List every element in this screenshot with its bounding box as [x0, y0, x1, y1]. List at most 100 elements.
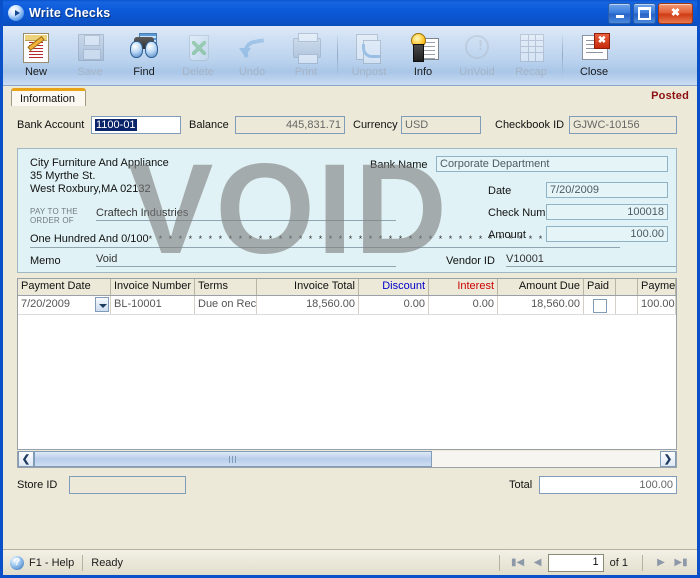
- toolbar-recap-button[interactable]: Recap: [504, 29, 558, 83]
- paid-checkbox[interactable]: [592, 299, 607, 313]
- cell-paid[interactable]: [584, 296, 616, 314]
- tab-information[interactable]: Information: [11, 88, 87, 106]
- scrollbar-track[interactable]: [34, 451, 660, 467]
- store-id-input[interactable]: [69, 476, 186, 494]
- column-header-invoice-total[interactable]: Invoice Total: [257, 279, 359, 295]
- chevron-down-icon[interactable]: [95, 297, 109, 312]
- cell-amount-due[interactable]: 18,560.00: [498, 296, 584, 314]
- pay-to-the-order-of-label: PAY TO THE ORDER OF: [30, 207, 78, 225]
- toolbar-delete-label: Delete: [182, 66, 214, 78]
- toolbar-delete-button[interactable]: Delete: [171, 29, 225, 83]
- amount-value[interactable]: 100.00: [546, 226, 668, 242]
- column-header-terms[interactable]: Terms: [195, 279, 257, 295]
- cell-invoice-number[interactable]: BL-10001: [111, 296, 195, 314]
- amount-label: Amount: [488, 229, 526, 241]
- bank-account-input[interactable]: 1100-01: [91, 116, 181, 134]
- toolbar-info-button[interactable]: Info: [396, 29, 450, 83]
- balance-value: 445,831.71: [235, 116, 345, 134]
- column-header-spacer[interactable]: [616, 279, 638, 295]
- company-address: City Furniture And Appliance 35 Myrthe S…: [30, 157, 169, 196]
- check-form: City Furniture And Appliance 35 Myrthe S…: [17, 148, 677, 273]
- unpost-icon: [353, 31, 385, 64]
- toolbar-save-label: Save: [77, 66, 103, 78]
- last-record-icon[interactable]: ▶▮: [671, 554, 691, 572]
- minimize-button[interactable]: [608, 2, 631, 24]
- bank-name-label: Bank Name: [370, 159, 428, 171]
- page-number-input[interactable]: 1: [547, 553, 604, 572]
- cell-payment[interactable]: 100.00: [638, 296, 676, 314]
- toolbar-print-button[interactable]: Print: [279, 29, 333, 83]
- toolbar-separator-2: [562, 33, 563, 77]
- previous-record-icon[interactable]: ◀: [528, 554, 548, 572]
- date-value[interactable]: 7/20/2009: [546, 182, 668, 198]
- total-value: 100.00: [539, 476, 677, 494]
- close-button[interactable]: ✖: [658, 2, 693, 24]
- close-document-icon: ✖: [578, 31, 610, 63]
- store-id-label: Store ID: [17, 479, 58, 491]
- record-navigator: ▮◀ ◀ 1 of 1 ▶ ▶▮: [491, 553, 697, 572]
- binoculars-icon: [128, 31, 160, 63]
- company-line-1: City Furniture And Appliance: [30, 157, 169, 169]
- toolbar-undo-label: Undo: [238, 66, 266, 78]
- toolbar-find-button[interactable]: Find: [117, 29, 171, 83]
- company-line-2: 35 Myrthe St.: [30, 170, 96, 182]
- toolbar-unvoid-label: UnVoid: [459, 66, 495, 78]
- check-number-value[interactable]: 100018: [546, 204, 668, 220]
- column-header-payment[interactable]: Payment: [638, 279, 676, 295]
- pay-to-line-2: ORDER OF: [30, 216, 74, 225]
- cell-terms[interactable]: Due on Rece: [195, 296, 257, 314]
- undo-arrow-icon: [236, 31, 268, 63]
- toolbar-close-label: Close: [579, 66, 609, 78]
- toolbar-save-button[interactable]: Save: [63, 29, 117, 83]
- scrollbar-thumb[interactable]: [34, 451, 432, 467]
- toolbar-find-label: Find: [133, 66, 155, 78]
- main-toolbar: New Save Find Delete Undo Print Unpost I…: [3, 26, 697, 86]
- cell-discount[interactable]: 0.00: [359, 296, 429, 314]
- column-header-amount-due[interactable]: Amount Due: [498, 279, 584, 295]
- help-text: F1 - Help: [29, 556, 75, 569]
- status-state: Ready: [91, 556, 124, 569]
- toolbar-unvoid-button[interactable]: ! UnVoid: [450, 29, 504, 83]
- toolbar-new-button[interactable]: New: [9, 29, 63, 83]
- scroll-right-icon[interactable]: ❯: [660, 451, 676, 467]
- payment-grid: Payment Date Invoice Number Terms Invoic…: [17, 278, 677, 450]
- column-header-payment-date[interactable]: Payment Date: [18, 279, 111, 295]
- scroll-left-icon[interactable]: ❮: [18, 451, 34, 467]
- cell-payment-date[interactable]: 7/20/2009: [18, 296, 111, 314]
- help-area[interactable]: ? F1 - Help: [3, 555, 75, 570]
- memo-label: Memo: [30, 255, 61, 267]
- column-header-interest[interactable]: Interest: [429, 279, 498, 295]
- vendor-id-label: Vendor ID: [446, 255, 495, 267]
- column-header-discount[interactable]: Discount: [359, 279, 429, 295]
- status-badge: Posted: [651, 90, 689, 102]
- cell-invoice-total[interactable]: 18,560.00: [257, 296, 359, 314]
- memo-input[interactable]: Void: [96, 253, 396, 267]
- first-record-icon[interactable]: ▮◀: [508, 554, 528, 572]
- grid-horizontal-scrollbar[interactable]: ❮ ❯: [17, 451, 677, 468]
- info-lightbulb-icon: [407, 31, 439, 63]
- scrollbar-grip-icon: [228, 455, 237, 463]
- table-row[interactable]: 7/20/2009 BL-10001 Due on Rece 18,560.00…: [18, 296, 676, 315]
- toolbar-close-button[interactable]: ✖ Close: [567, 29, 621, 83]
- column-header-invoice-number[interactable]: Invoice Number: [111, 279, 195, 295]
- next-record-icon[interactable]: ▶: [651, 554, 671, 572]
- grid-header-row: Payment Date Invoice Number Terms Invoic…: [18, 279, 676, 296]
- page-of-label: of 1: [609, 556, 628, 569]
- company-line-3: West Roxbury,MA 02132: [30, 183, 151, 195]
- floppy-disk-icon: [74, 31, 106, 63]
- toolbar-undo-button[interactable]: Undo: [225, 29, 279, 83]
- column-header-paid[interactable]: Paid: [584, 279, 616, 295]
- vendor-id-input[interactable]: V10001: [506, 253, 676, 267]
- cell-interest[interactable]: 0.00: [429, 296, 498, 314]
- date-label: Date: [488, 185, 512, 197]
- payee-input[interactable]: Craftech Industries: [96, 207, 396, 221]
- status-separator-3: [642, 554, 643, 571]
- footer-field-row: Store ID Total 100.00: [3, 476, 697, 496]
- currency-label: Currency: [353, 119, 398, 131]
- maximize-button[interactable]: [633, 2, 656, 24]
- minimize-icon: [615, 14, 624, 18]
- bank-account-label: Bank Account: [17, 119, 85, 131]
- unvoid-icon: !: [461, 31, 493, 63]
- total-label: Total: [509, 479, 533, 491]
- toolbar-unpost-button[interactable]: Unpost: [342, 29, 396, 83]
